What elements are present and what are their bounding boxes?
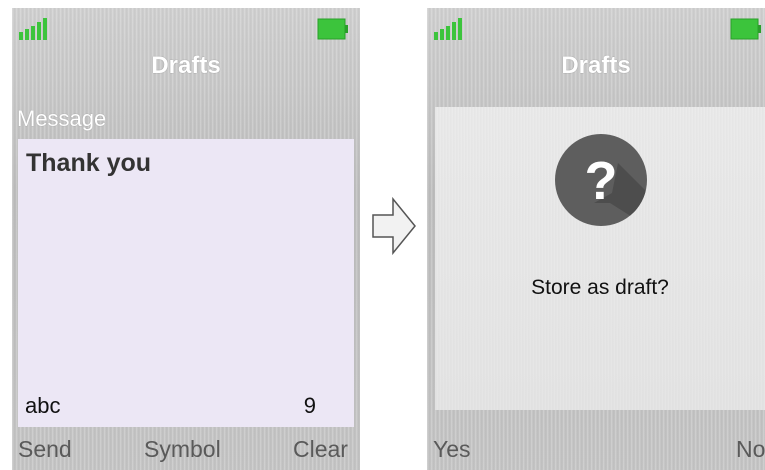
question-icon: ? bbox=[555, 134, 647, 226]
dialog-message: Store as draft? bbox=[531, 276, 669, 299]
battery-icon bbox=[317, 18, 348, 40]
message-input[interactable]: Thank you abc 9 bbox=[18, 139, 354, 427]
signal-strength-icon bbox=[19, 18, 47, 40]
clear-softkey[interactable]: Clear bbox=[293, 436, 348, 463]
signal-strength-icon bbox=[434, 18, 462, 40]
no-softkey[interactable]: No bbox=[736, 436, 765, 463]
battery-icon bbox=[730, 18, 761, 40]
message-text: Thank you bbox=[26, 149, 152, 177]
svg-text:?: ? bbox=[585, 151, 618, 211]
drafts-compose-screen: Drafts Message Thank you abc 9 Send Symb… bbox=[12, 8, 360, 470]
screen-title: Drafts bbox=[561, 52, 631, 79]
arrow-right-icon bbox=[372, 196, 416, 256]
drafts-confirm-screen: Drafts ? Store as draft? Yes No bbox=[427, 8, 765, 470]
screen-title: Drafts bbox=[151, 52, 221, 79]
yes-softkey[interactable]: Yes bbox=[433, 436, 471, 463]
message-label: Message bbox=[17, 106, 107, 131]
send-softkey[interactable]: Send bbox=[18, 436, 72, 463]
confirm-dialog: ? Store as draft? bbox=[435, 107, 765, 410]
symbol-softkey[interactable]: Symbol bbox=[144, 436, 221, 463]
character-count: 9 bbox=[303, 393, 316, 418]
input-mode-indicator: abc bbox=[25, 393, 61, 418]
